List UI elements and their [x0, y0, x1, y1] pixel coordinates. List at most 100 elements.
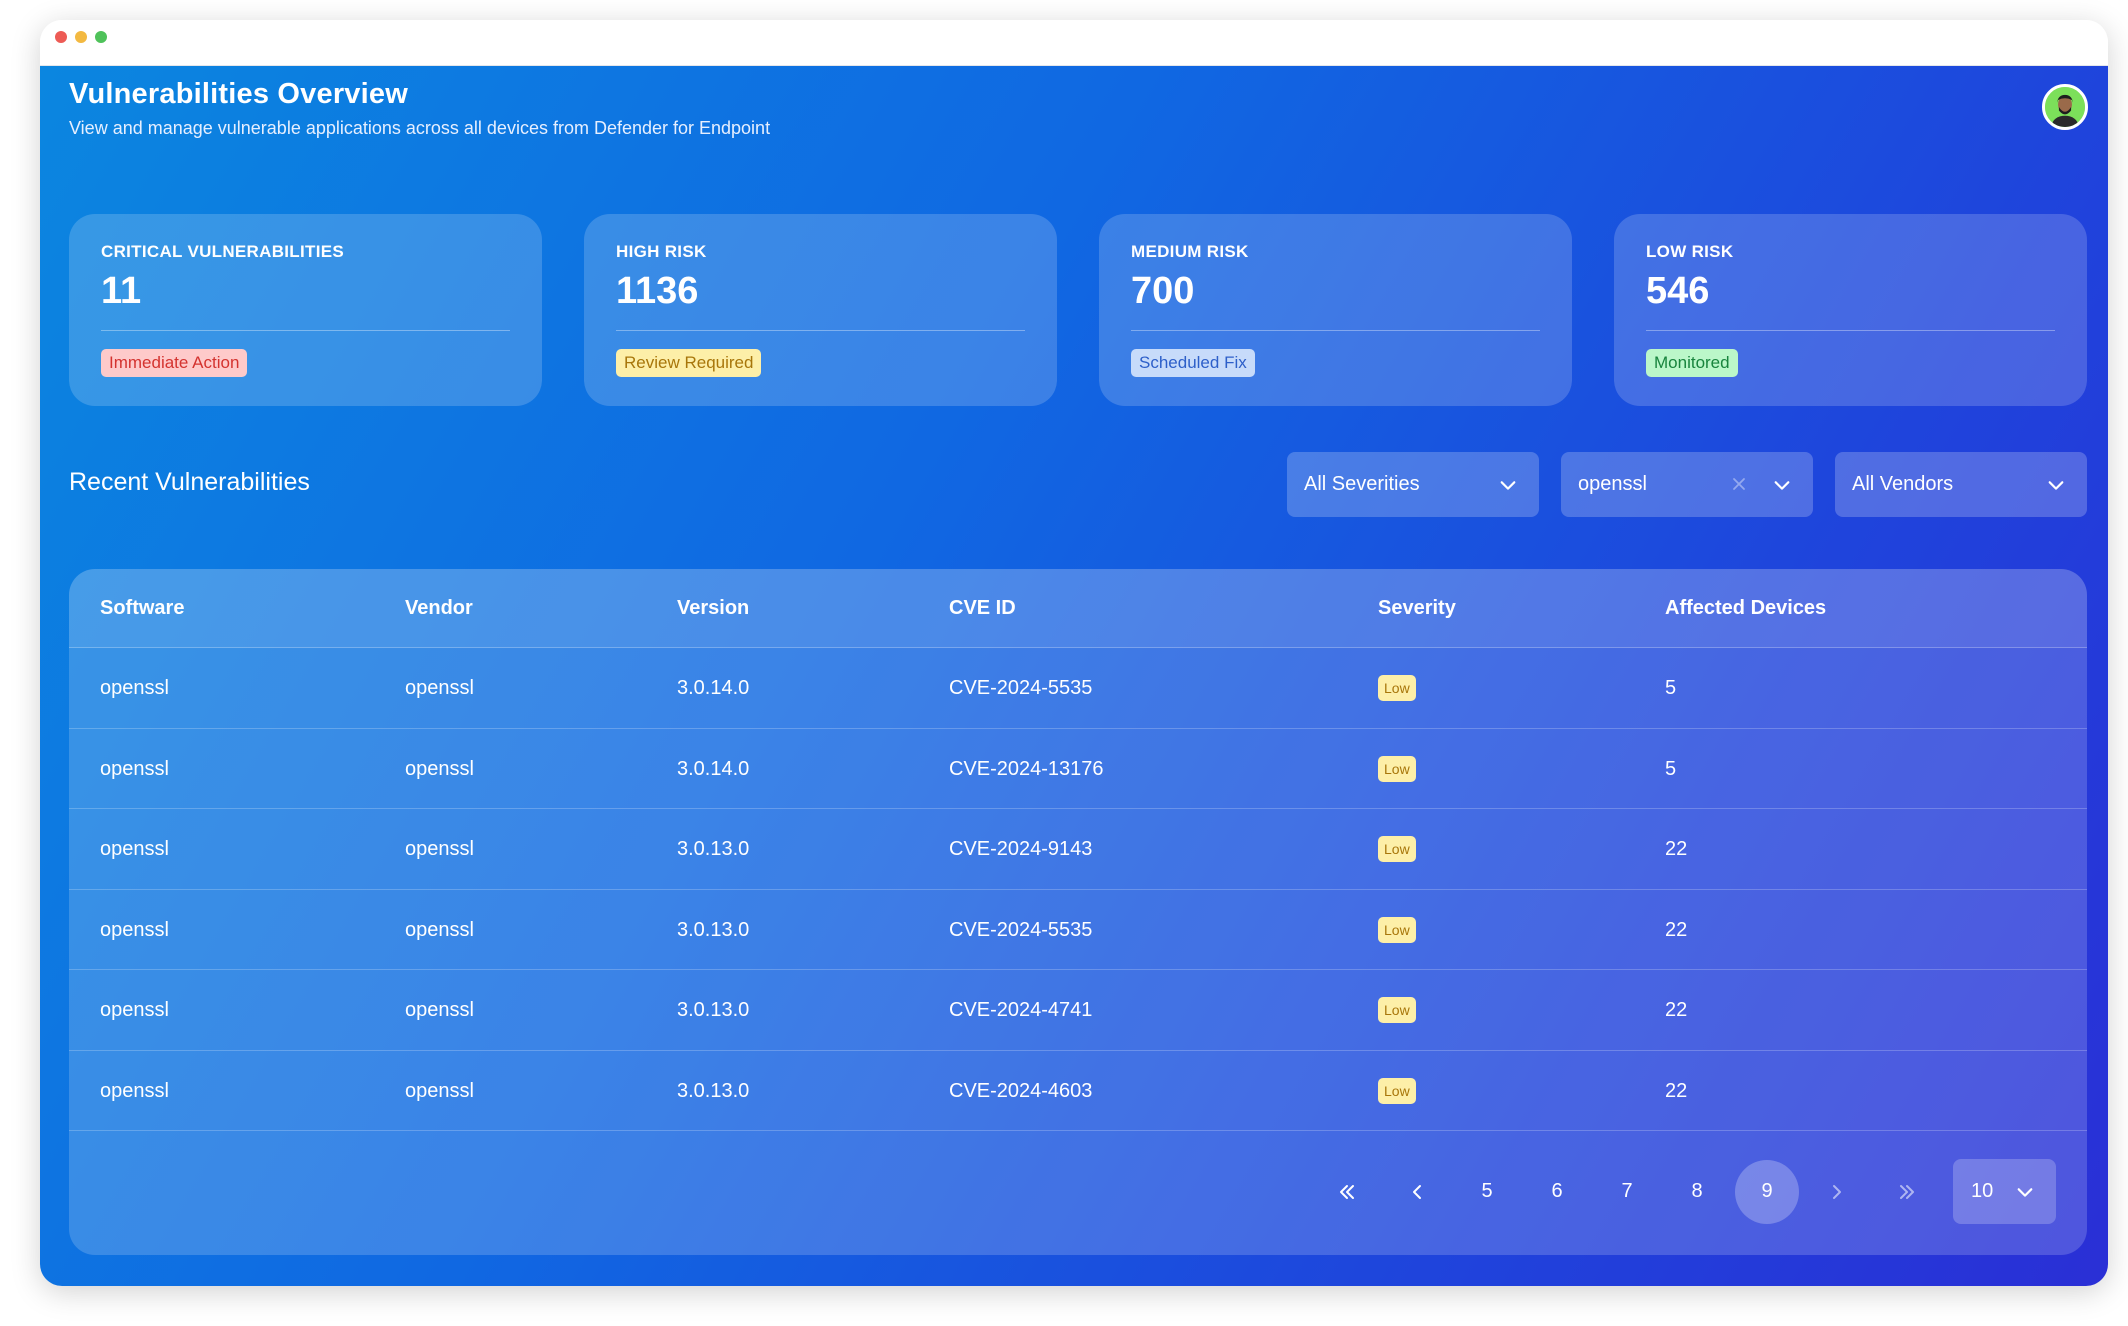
chevron-left-icon — [1413, 1184, 1421, 1199]
card-value: 1136 — [616, 270, 699, 312]
app-content: Vulnerabilities Overview View and manage… — [40, 66, 2108, 1286]
chevron-right-icon — [1833, 1184, 1841, 1199]
vulnerabilities-table: Software Vendor Version CVE ID Severity … — [69, 569, 2087, 1255]
cell-affected-devices: 22 — [1665, 999, 1688, 1021]
cell-affected-devices: 5 — [1665, 677, 1677, 699]
cell-software: openssl — [100, 677, 169, 699]
cell-version: 3.0.14.0 — [677, 677, 750, 699]
card-label: MEDIUM RISK — [1131, 242, 1249, 261]
software-search-value: openssl — [1578, 473, 1647, 495]
column-header-cve-id[interactable]: CVE ID — [949, 597, 1016, 620]
table-header: Software Vendor Version CVE ID Severity … — [69, 569, 2087, 648]
cell-vendor: openssl — [405, 1079, 474, 1102]
pagination: 5 6 7 8 9 10 — [1315, 1159, 2056, 1224]
vendor-select[interactable]: All Vendors — [1835, 452, 2087, 517]
window-minimize-dot[interactable] — [75, 31, 87, 43]
status-badge: Review Required — [616, 349, 762, 377]
chevron-down-icon — [2048, 481, 2064, 490]
page-subtitle: View and manage vulnerable applications … — [69, 118, 771, 138]
cell-cve-id: CVE-2024-4603 — [949, 1079, 1093, 1102]
cell-version: 3.0.13.0 — [677, 999, 750, 1021]
cell-cve-id: CVE-2024-5535 — [949, 918, 1093, 941]
card-divider — [1646, 330, 2055, 331]
page-button-7[interactable]: 7 — [1595, 1160, 1659, 1224]
card-high[interactable]: HIGH RISK 1136 Review Required — [584, 214, 1057, 406]
cell-cve-id: CVE-2024-5535 — [949, 677, 1093, 699]
card-divider — [101, 330, 510, 331]
page-button-5[interactable]: 5 — [1455, 1160, 1519, 1224]
card-medium[interactable]: MEDIUM RISK 700 Scheduled Fix — [1099, 214, 1572, 406]
card-divider — [1131, 330, 1540, 331]
page-size-select[interactable]: 10 — [1953, 1159, 2056, 1224]
column-header-severity[interactable]: Severity — [1378, 597, 1456, 620]
chevron-down-icon — [1500, 481, 1516, 490]
table-row[interactable]: openssl openssl 3.0.13.0 CVE-2024-4741 L… — [69, 970, 2087, 1051]
cell-software: openssl — [100, 918, 169, 941]
page-button-6[interactable]: 6 — [1525, 1160, 1589, 1224]
page-title: Vulnerabilities Overview — [69, 78, 408, 110]
cell-cve-id: CVE-2024-13176 — [949, 757, 1104, 780]
severity-badge: Low — [1378, 916, 1416, 943]
cell-software: openssl — [100, 999, 169, 1021]
section-title: Recent Vulnerabilities — [69, 468, 310, 496]
page-button-8[interactable]: 8 — [1665, 1160, 1729, 1224]
column-header-vendor[interactable]: Vendor — [405, 597, 473, 620]
close-icon[interactable] — [1731, 476, 1747, 492]
cell-cve-id: CVE-2024-9143 — [949, 838, 1093, 860]
chevron-down-icon — [2017, 1188, 2033, 1197]
table-row[interactable]: openssl openssl 3.0.13.0 CVE-2024-5535 L… — [69, 890, 2087, 970]
window-titlebar — [40, 20, 2108, 66]
chevrons-left-icon — [1340, 1184, 1354, 1199]
next-page-button[interactable] — [1805, 1160, 1869, 1224]
chevron-down-icon — [1774, 481, 1790, 490]
card-label: CRITICAL VULNERABILITIES — [101, 242, 344, 261]
first-page-button[interactable] — [1315, 1160, 1379, 1224]
window-maximize-dot[interactable] — [95, 31, 107, 43]
severity-badge: Low — [1378, 1077, 1416, 1104]
cell-vendor: openssl — [405, 677, 474, 699]
card-low[interactable]: LOW RISK 546 Monitored — [1614, 214, 2087, 406]
cell-version: 3.0.13.0 — [677, 838, 750, 860]
status-badge: Immediate Action — [101, 349, 248, 377]
cell-version: 3.0.13.0 — [677, 1079, 750, 1102]
card-value: 700 — [1131, 270, 1195, 312]
filter-bar: All Severities openssl All Vendors — [1287, 452, 2087, 517]
avatar[interactable] — [2042, 84, 2088, 130]
page-size-value: 10 — [1971, 1180, 1994, 1202]
user-avatar-icon — [2045, 87, 2085, 127]
cell-software: openssl — [100, 1079, 169, 1102]
cell-affected-devices: 22 — [1665, 1079, 1688, 1102]
vendor-select-value: All Vendors — [1852, 473, 1954, 495]
card-critical[interactable]: CRITICAL VULNERABILITIES 11 Immediate Ac… — [69, 214, 542, 406]
cell-vendor: openssl — [405, 918, 474, 941]
severity-badge: Low — [1378, 675, 1416, 701]
last-page-button[interactable] — [1875, 1160, 1939, 1224]
card-label: HIGH RISK — [616, 242, 707, 261]
column-header-software[interactable]: Software — [100, 597, 184, 620]
column-header-affected-devices[interactable]: Affected Devices — [1665, 597, 1826, 620]
severity-select-value: All Severities — [1304, 473, 1420, 495]
card-value: 11 — [101, 270, 142, 312]
prev-page-button[interactable] — [1385, 1160, 1449, 1224]
table-row[interactable]: openssl openssl 3.0.14.0 CVE-2024-13176 … — [69, 729, 2087, 809]
severity-badge: Low — [1378, 755, 1416, 782]
cell-vendor: openssl — [405, 838, 474, 860]
card-value: 546 — [1646, 270, 1710, 312]
cell-affected-devices: 5 — [1665, 757, 1677, 780]
card-divider — [616, 330, 1025, 331]
app-window: Vulnerabilities Overview View and manage… — [40, 20, 2108, 1286]
software-search-select[interactable]: openssl — [1561, 452, 1813, 517]
status-badge: Monitored — [1646, 349, 1738, 377]
page-button-9-current[interactable]: 9 — [1735, 1159, 1799, 1224]
severity-select[interactable]: All Severities — [1287, 452, 1539, 517]
cell-vendor: openssl — [405, 757, 474, 780]
column-header-version[interactable]: Version — [677, 597, 749, 620]
window-close-dot[interactable] — [55, 31, 67, 43]
table-row[interactable]: openssl openssl 3.0.14.0 CVE-2024-5535 L… — [69, 648, 2087, 729]
stat-cards: CRITICAL VULNERABILITIES 11 Immediate Ac… — [69, 214, 2087, 406]
cell-cve-id: CVE-2024-4741 — [949, 999, 1093, 1021]
severity-badge: Low — [1378, 836, 1416, 862]
table-row[interactable]: openssl openssl 3.0.13.0 CVE-2024-9143 L… — [69, 809, 2087, 890]
card-label: LOW RISK — [1646, 242, 1734, 261]
table-row[interactable]: openssl openssl 3.0.13.0 CVE-2024-4603 L… — [69, 1051, 2087, 1131]
